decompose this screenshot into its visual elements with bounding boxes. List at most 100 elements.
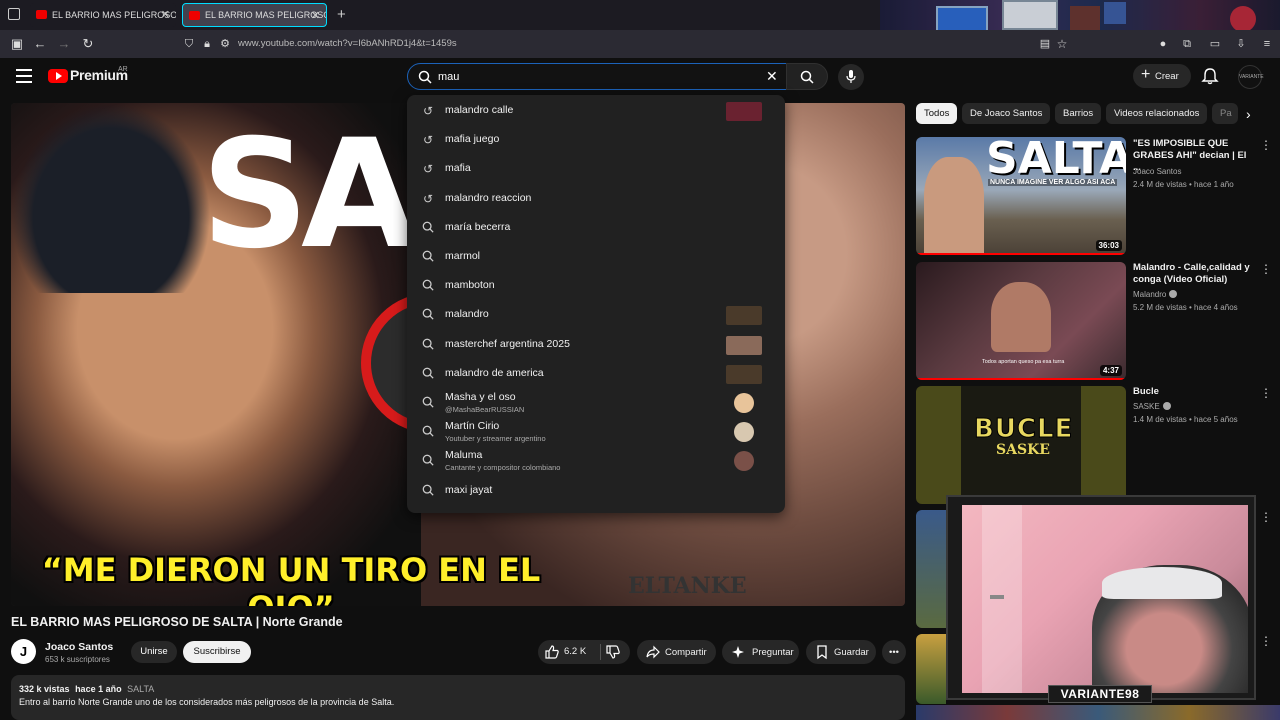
more-vertical-icon[interactable]: ⋮ [1260, 386, 1272, 400]
microphone-icon [846, 70, 856, 83]
close-tab-icon[interactable]: ✕ [311, 9, 320, 22]
clear-search-icon[interactable]: ✕ [766, 68, 778, 85]
reader-view-icon[interactable]: ▤ [1036, 35, 1054, 53]
thumbs-down-icon[interactable] [605, 644, 621, 660]
recommended-thumbnail[interactable]: Todos aportan queso pa esa turra 4:37 [916, 262, 1126, 380]
join-button[interactable]: Unirse [131, 641, 177, 663]
recommended-title[interactable]: Malandro - Calle,calidad y conga (Video … [1133, 262, 1253, 286]
reload-icon[interactable]: ↻ [79, 35, 97, 53]
browser-tab-2-active[interactable]: EL BARRIO MAS PELIGROSO DE ✕ [182, 3, 327, 27]
thumbs-up-icon[interactable] [544, 644, 560, 660]
browser-tab-1[interactable]: EL BARRIO MAS PELIGROSO DE ✕ [30, 3, 176, 27]
search-suggestion[interactable]: Maluma Cantante y compositor colombiano [407, 447, 785, 476]
save-button[interactable]: Guardar [806, 640, 876, 664]
recommended-thumbnail-partial[interactable] [916, 510, 946, 628]
tab-list-icon[interactable] [8, 8, 20, 20]
search-icon [421, 484, 435, 498]
share-button[interactable]: Compartir [637, 640, 716, 664]
suggestion-thumbnail [726, 364, 762, 384]
verified-icon [1162, 402, 1171, 410]
history-icon: ↺ [422, 162, 434, 177]
lock-icon[interactable]: 🔒︎ [198, 35, 216, 53]
suggestion-text: maría becerra [445, 220, 511, 233]
youtube-logo-icon[interactable] [48, 69, 68, 83]
thumbnail-caption: Todos aportan queso pa esa turra [982, 359, 1065, 365]
recommended-channel[interactable]: SASKE [1133, 402, 1171, 411]
close-tab-icon[interactable]: ✕ [161, 8, 170, 21]
guide-menu-icon[interactable] [16, 69, 32, 83]
suggestion-subtext: Cantante y compositor colombiano [445, 463, 561, 473]
search-suggestion[interactable]: marmol [407, 243, 785, 272]
hashtag[interactable]: SALTA [127, 684, 154, 694]
recommended-thumbnail-partial[interactable] [916, 634, 946, 704]
suggestion-text: marmol [445, 250, 481, 262]
thumbnail-title: SALTA [986, 137, 1126, 184]
share-label: Compartir [665, 646, 707, 658]
recommended-title[interactable]: Bucle [1133, 386, 1253, 398]
forward-icon[interactable]: → [55, 35, 73, 53]
search-icon [421, 308, 435, 322]
search-suggestion[interactable]: maría becerra [407, 214, 785, 243]
bookmark-star-icon[interactable]: ☆ [1053, 35, 1071, 53]
channel-avatar[interactable]: J [11, 639, 36, 664]
search-suggestion[interactable]: ↺ malandro reaccion [407, 185, 785, 214]
chevron-right-icon[interactable]: › [1246, 106, 1251, 122]
back-icon[interactable]: ← [31, 35, 49, 53]
search-suggestion[interactable]: masterchef argentina 2025 [407, 331, 785, 360]
chip-from-channel[interactable]: De Joaco Santos [962, 103, 1051, 124]
more-vertical-icon[interactable]: ⋮ [1260, 510, 1272, 524]
thumbnail-big-text: SA [201, 108, 417, 282]
search-suggestion[interactable]: mamboton [407, 272, 785, 301]
more-actions-button[interactable]: ••• [882, 640, 906, 664]
search-suggestion[interactable]: maxi jayat [407, 477, 785, 506]
menu-icon[interactable]: ≡ [1258, 35, 1276, 53]
search-suggestion[interactable]: Masha y el oso @MashaBearRUSSIAN [407, 389, 785, 418]
search-suggestion[interactable]: ↺ mafia juego [407, 126, 785, 155]
video-duration: 4:37 [1099, 365, 1122, 376]
history-icon: ↺ [422, 104, 434, 118]
extensions-icon[interactable]: ⧉ [1178, 35, 1196, 53]
url-text: www.youtube.com/watch?v=I6bANhRD1j4&t=14… [238, 38, 457, 49]
account-avatar[interactable]: VARIANTE [1238, 65, 1264, 89]
more-vertical-icon[interactable]: ⋮ [1260, 634, 1272, 648]
search-input[interactable] [438, 67, 738, 86]
sidebar-toggle-icon[interactable]: ▣ [8, 35, 26, 53]
recommended-thumbnail[interactable]: BUCLE SASKE [916, 386, 1126, 504]
downloads-icon[interactable]: ⇩ [1232, 35, 1250, 53]
new-tab-button[interactable]: + [337, 6, 346, 23]
search-button[interactable] [786, 63, 828, 90]
subscribe-button[interactable]: Suscribirse [183, 641, 251, 663]
address-bar[interactable]: www.youtube.com/watch?v=I6bANhRD1j4&t=14… [176, 33, 1096, 55]
search-icon [421, 221, 435, 235]
create-button[interactable]: + Crear [1133, 64, 1191, 88]
recommended-thumbnail[interactable]: SALTA NUNCA IMAGINE VER ALGO ASI ACA 36:… [916, 137, 1126, 255]
recommended-channel[interactable]: Joaco Santos [1133, 167, 1181, 176]
extension-icon[interactable]: ● [1154, 35, 1172, 53]
description-text: Entro al barrio Norte Grande uno de los … [19, 697, 395, 707]
search-suggestion[interactable]: malandro [407, 301, 785, 330]
shield-icon[interactable]: ⛉ [180, 35, 198, 53]
save-label: Guardar [834, 646, 869, 658]
search-suggestion[interactable]: ↺ malandro calle [407, 97, 785, 126]
search-suggestion[interactable]: malandro de america [407, 360, 785, 389]
more-vertical-icon[interactable]: ⋮ [1260, 262, 1272, 276]
search-suggestion[interactable]: ↺ mafia [407, 155, 785, 184]
like-count[interactable]: 6.2 K [564, 646, 586, 657]
description-meta: 332 k vistas hace 1 año SALTA [19, 684, 154, 694]
search-box[interactable]: ✕ [407, 63, 787, 90]
permissions-icon[interactable]: ⚙ [216, 35, 234, 53]
chip-barrios[interactable]: Barrios [1055, 103, 1102, 124]
chip-partial[interactable]: Pa [1212, 103, 1238, 124]
channel-name[interactable]: Joaco Santos [45, 641, 113, 653]
more-vertical-icon[interactable]: ⋮ [1260, 138, 1272, 152]
recommended-thumbnail-partial[interactable] [916, 705, 1280, 720]
chip-all[interactable]: Todos [916, 103, 958, 124]
recommended-channel[interactable]: Malandro [1133, 290, 1178, 299]
folder-icon[interactable]: ▭ [1206, 35, 1224, 53]
notifications-bell-icon[interactable] [1201, 67, 1219, 85]
ask-button[interactable]: Preguntar [722, 640, 799, 664]
voice-search-button[interactable] [838, 64, 864, 90]
description-box[interactable]: 332 k vistas hace 1 año SALTA Entro al b… [11, 675, 905, 720]
chip-related[interactable]: Videos relacionados [1106, 103, 1208, 124]
search-suggestion[interactable]: Martín Cirio Youtuber y streamer argentin… [407, 418, 785, 447]
